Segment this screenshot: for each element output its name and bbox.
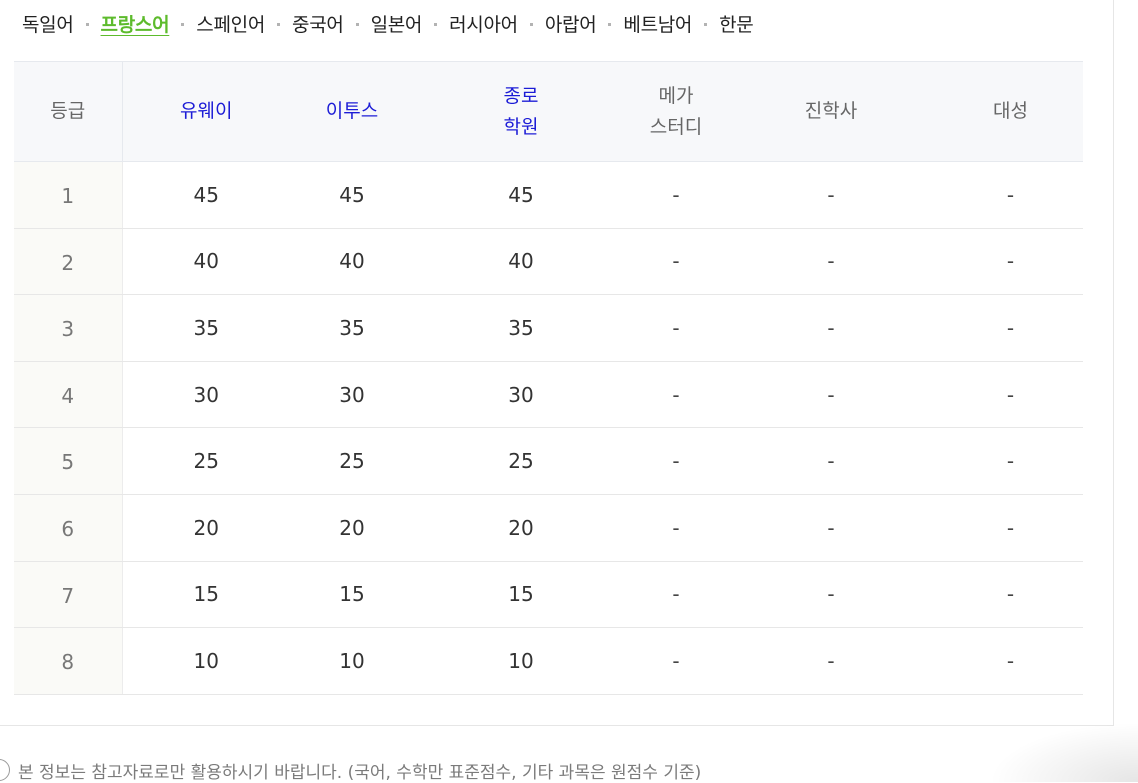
score-cell: 35 [122, 294, 290, 362]
table-body: 1 45 45 45- - -2 40 40 40- - -3 35 35 35- - -4 30 30 30- - -… [14, 161, 1083, 695]
score-cell: - [628, 228, 724, 296]
score-cell: 15 [122, 561, 290, 629]
language-tab[interactable]: 러시아어 [449, 10, 518, 37]
score-cell: - [724, 427, 938, 495]
score-cell: 30 [122, 361, 290, 429]
score-cell: - [724, 161, 938, 229]
score-cell: - [724, 228, 938, 296]
tab-separator [85, 22, 89, 26]
score-cell: - [724, 294, 938, 362]
score-cell: 15 [290, 561, 414, 629]
score-cell: - [628, 561, 724, 629]
tab-separator [529, 22, 533, 26]
score-cell: - [938, 561, 1083, 629]
table-row: 8 10 10 10- - - [14, 627, 1083, 695]
language-tab[interactable]: 아랍어 [545, 10, 597, 37]
score-cell: 25 [414, 427, 628, 495]
score-cell: 20 [290, 494, 414, 562]
score-cell: 30 [414, 361, 628, 429]
corner-shadow [988, 722, 1138, 782]
score-cell: - [628, 294, 724, 362]
score-cell: 35 [290, 294, 414, 362]
score-cell: - [938, 294, 1083, 362]
score-cell: 20 [122, 494, 290, 562]
tab-separator [434, 22, 438, 26]
language-tabs: 독일어 프랑스어 스페인어 중국어 일본어 러시아어 아랍어 베트남어 한문 [22, 6, 754, 40]
language-tab[interactable]: 스페인어 [196, 10, 265, 37]
score-cell: - [938, 427, 1083, 495]
tab-separator [608, 22, 612, 26]
footnote: 본 정보는 참고자료로만 활용하시기 바랍니다. (국어, 수학만 표준점수, … [0, 757, 701, 783]
grade-cell: 1 [14, 161, 123, 229]
header-provider: 종로 학원 [414, 61, 628, 162]
language-tab[interactable]: 베트남어 [623, 10, 692, 37]
header-provider: 메가 스터디 [628, 61, 724, 162]
tab-separator [355, 22, 359, 26]
score-cell: - [628, 494, 724, 562]
score-cell: - [724, 361, 938, 429]
score-cell: - [724, 561, 938, 629]
table-row: 7 15 15 15- - - [14, 561, 1083, 629]
grade-cell: 6 [14, 494, 123, 562]
score-cell: 10 [290, 627, 414, 695]
table-row: 3 35 35 35- - - [14, 294, 1083, 362]
table-row: 6 20 20 20- - - [14, 494, 1083, 562]
header-provider: 유웨이 [122, 61, 290, 162]
score-cell: - [724, 627, 938, 695]
score-cell: - [628, 361, 724, 429]
score-cell: 40 [122, 228, 290, 296]
language-tab[interactable]: 프랑스어 [101, 10, 170, 37]
header-provider: 이투스 [290, 61, 414, 162]
table-row: 1 45 45 45- - - [14, 161, 1083, 229]
score-cell: 40 [414, 228, 628, 296]
table-row: 2 40 40 40- - - [14, 228, 1083, 296]
info-icon [0, 759, 10, 781]
footnote-text: 본 정보는 참고자료로만 활용하시기 바랍니다. (국어, 수학만 표준점수, … [18, 762, 702, 783]
score-cell: 45 [290, 161, 414, 229]
score-cell: - [628, 161, 724, 229]
tab-separator [704, 22, 708, 26]
tab-separator [181, 22, 185, 26]
score-cell: - [628, 427, 724, 495]
language-tab[interactable]: 일본어 [371, 10, 423, 37]
header-provider: 대성 [938, 61, 1083, 162]
table-row: 5 25 25 25- - - [14, 427, 1083, 495]
header-provider: 진학사 [724, 61, 938, 162]
score-cell: 25 [122, 427, 290, 495]
grade-score-table: 등급 유웨이 이투스 종로 학원 메가 스터디 진학사 대성 1 45 45 45- - -2 40 40 40… [14, 61, 1083, 695]
language-tab[interactable]: 중국어 [292, 10, 344, 37]
language-tab[interactable]: 독일어 [22, 10, 74, 37]
score-cell: 25 [290, 427, 414, 495]
grade-cell: 2 [14, 228, 123, 296]
score-cell: 10 [122, 627, 290, 695]
grade-cell: 7 [14, 561, 123, 629]
grade-cell: 5 [14, 427, 123, 495]
score-cell: 20 [414, 494, 628, 562]
score-cell: 40 [290, 228, 414, 296]
grade-cell: 8 [14, 627, 123, 695]
score-cell: - [938, 161, 1083, 229]
table-header-row: 등급 유웨이 이투스 종로 학원 메가 스터디 진학사 대성 [14, 61, 1083, 162]
score-cell: - [628, 627, 724, 695]
score-cell: 35 [414, 294, 628, 362]
score-cell: 45 [122, 161, 290, 229]
score-panel: 독일어 프랑스어 스페인어 중국어 일본어 러시아어 아랍어 베트남어 한문 등급 유웨이 이투스 종… [0, 0, 1114, 726]
table-row: 4 30 30 30- - - [14, 361, 1083, 429]
score-cell: - [938, 361, 1083, 429]
score-cell: - [938, 228, 1083, 296]
score-cell: 15 [414, 561, 628, 629]
score-cell: - [938, 627, 1083, 695]
tab-separator [277, 22, 281, 26]
score-cell: - [724, 494, 938, 562]
score-cell: - [938, 494, 1083, 562]
grade-cell: 4 [14, 361, 123, 429]
language-tab[interactable]: 한문 [719, 10, 754, 37]
score-cell: 30 [290, 361, 414, 429]
score-cell: 45 [414, 161, 628, 229]
grade-cell: 3 [14, 294, 123, 362]
header-grade: 등급 [14, 61, 123, 162]
score-cell: 10 [414, 627, 628, 695]
